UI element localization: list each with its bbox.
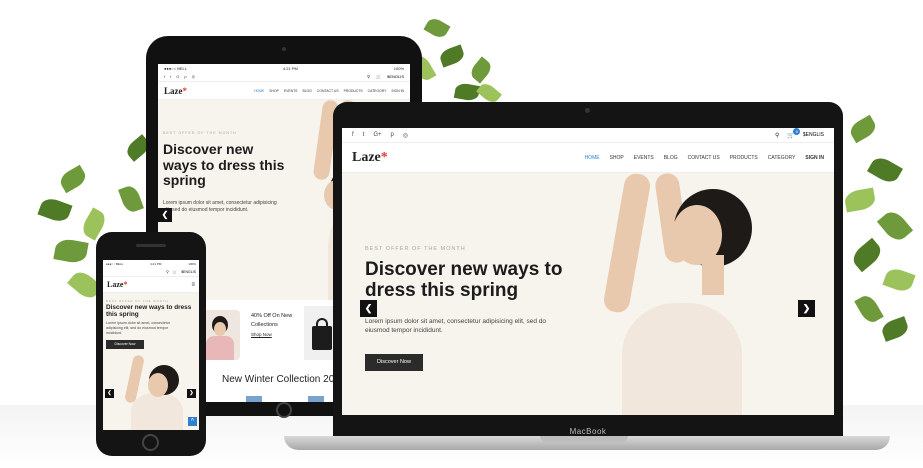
laptop-logo[interactable]: Laze* [352,150,388,166]
instagram-icon[interactable]: ◎ [192,74,196,79]
phone-headline: Discover new ways to dress this spring [106,304,192,319]
nav-home[interactable]: HOME [585,155,600,161]
nav-products[interactable]: PRODUCTS [730,155,758,161]
facebook-icon[interactable]: f [164,74,165,79]
nav-sign-in[interactable]: SIGN IN [805,155,824,161]
tablet-nav-home[interactable]: HOME [254,89,264,93]
currency-selector[interactable]: $ENGLIS [803,132,824,138]
cart-count-badge: 0 [793,128,801,135]
tablet-home-button[interactable] [276,402,292,418]
laptop-screen: f t G+ p ◎ ⚲ 🛒 0 $ENGLIS Laze* HOME SHOP … [342,128,834,415]
phone-device: ●●●○○ BELL 4:21 PM 100% ⚲ 🛒 $ENGLIS Laze… [96,232,206,456]
phone-currency[interactable]: $ENGLIS [181,270,196,274]
hamburger-menu-icon[interactable]: ≡ [191,282,195,288]
tablet-camera [282,47,286,51]
cart-icon[interactable]: 🛒 [173,270,177,274]
tablet-time: 4:21 PM [282,65,298,71]
facebook-icon[interactable]: f [352,132,354,139]
pinterest-icon[interactable]: p [391,132,394,139]
scroll-to-top-button[interactable]: ^ [188,417,197,426]
tablet-nav-shop[interactable]: SHOP [269,89,279,93]
tablet-battery: 100% [393,65,404,71]
slider-prev-arrow[interactable]: ❮ [360,300,377,317]
search-icon[interactable]: ⚲ [166,270,169,274]
hero-body-text: Lorem ipsum dolor sit amet, consectetur … [365,318,547,335]
tablet-prev-arrow[interactable]: ❮ [158,208,172,222]
tablet-headline: Discover new ways to dress this spring [163,141,285,189]
phone-prev-arrow[interactable]: ❮ [105,389,114,398]
phone-home-button[interactable] [142,434,159,451]
googleplus-icon[interactable]: G [176,74,179,79]
search-icon[interactable]: ⚲ [367,74,370,79]
discover-now-button[interactable]: Discover Now [365,354,423,371]
phone-screen: ●●●○○ BELL 4:21 PM 100% ⚲ 🛒 $ENGLIS Laze… [103,260,199,430]
tablet-nav-category[interactable]: CATEGORY [368,89,387,93]
cart-icon[interactable]: 🛒 0 [787,128,801,139]
phone-time: 4:21 PM [150,261,162,266]
pinterest-icon[interactable]: p [184,74,186,79]
cart-icon[interactable]: 🛒 [376,74,381,79]
laptop-camera [585,108,590,113]
tablet-promo-text: 40% Off On New Collections Shop Now [251,313,293,339]
laptop-device: f t G+ p ◎ ⚲ 🛒 0 $ENGLIS Laze* HOME SHOP … [333,102,843,437]
tablet-nav-contact[interactable]: CONTACT US [317,89,339,93]
phone-discover-now-button[interactable]: Discover Now [106,340,144,349]
phone-next-arrow[interactable]: ❯ [187,389,196,398]
laptop-notch [540,436,628,442]
twitter-icon[interactable]: t [170,74,171,79]
phone-hero: BEST OFFER OF THE MONTH Discover new way… [103,293,199,430]
tablet-body-text: Lorem ipsum dolor sit amet, consectetur … [163,200,277,214]
phone-carrier: ●●●○○ BELL [106,261,124,266]
laptop-hero-slider: BEST OFFER OF THE MONTH Discover new way… [342,173,834,415]
tablet-nav-blog[interactable]: BLOG [302,89,311,93]
tablet-nav-signin[interactable]: SIGN IN [391,89,404,93]
nav-shop[interactable]: SHOP [610,155,624,161]
tablet-collection-title: New Winter Collection 2018 [222,374,346,385]
nav-contact-us[interactable]: CONTACT US [688,155,720,161]
tablet-shop-now-link[interactable]: Shop Now [251,331,292,339]
tablet-logo[interactable]: Laze* [164,86,187,96]
phone-logo[interactable]: Laze* [107,280,127,289]
devices-mockup: ●●●○○ BELL 4:21 PM 100% f t G p ◎ ⚲ 🛒 $E… [0,0,923,468]
macbook-label: MacBook [569,427,607,436]
slider-next-arrow[interactable]: ❯ [798,300,815,317]
phone-battery: 100% [188,261,196,266]
search-icon[interactable]: ⚲ [775,132,779,139]
googleplus-icon[interactable]: G+ [373,132,381,139]
tablet-eyebrow: BEST OFFER OF THE MONTH [163,131,237,135]
twitter-icon[interactable]: t [363,132,365,139]
instagram-icon[interactable]: ◎ [403,132,408,139]
nav-events[interactable]: EVENTS [634,155,654,161]
tablet-currency[interactable]: $ENGLIS [387,74,404,79]
nav-blog[interactable]: BLOG [664,155,678,161]
phone-speaker [136,244,166,247]
phone-eyebrow: BEST OFFER OF THE MONTH [106,299,169,303]
tablet-carrier: ●●●○○ BELL [164,65,187,71]
tablet-promo-image [200,310,240,360]
hero-eyebrow: BEST OFFER OF THE MONTH [365,246,466,252]
nav-category[interactable]: CATEGORY [768,155,796,161]
phone-body-text: Lorem ipsum dolor sit amet, consectetur … [106,321,170,336]
hero-headline: Discover new ways to dress this spring [365,259,563,302]
tablet-nav-events[interactable]: EVENTS [284,89,298,93]
tablet-nav-products[interactable]: PRODUCTS [344,89,363,93]
